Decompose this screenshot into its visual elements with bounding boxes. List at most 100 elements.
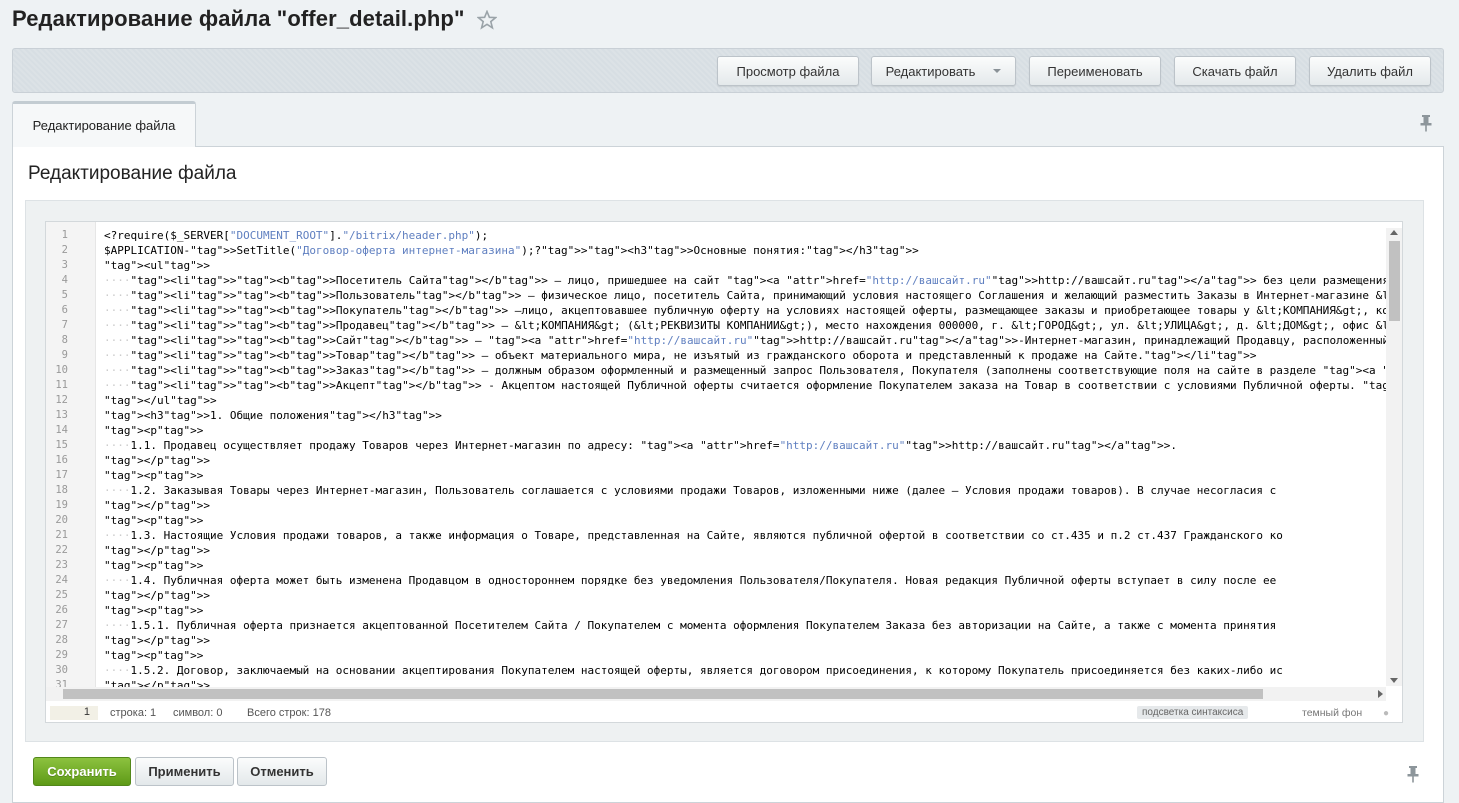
line-number: 13 (55, 409, 68, 421)
code-line[interactable]: 20 "tag"><p"tag">> (46, 513, 1386, 528)
line-content: ····"tag"><li"tag">>"tag"><b"tag">>Заказ… (104, 364, 1386, 377)
edit-dropdown-button[interactable]: Редактировать (871, 56, 1016, 86)
code-line[interactable]: 13 "tag"><h3"tag">>1. Общие положения"tag… (46, 408, 1386, 423)
code-line[interactable]: 25 "tag"></p"tag">> (46, 588, 1386, 603)
save-button[interactable]: Сохранить (33, 757, 131, 786)
code-area[interactable]: 1 <?require($_SERVER["DOCUMENT_ROOT"]."/b… (46, 228, 1386, 687)
code-line[interactable]: 29 "tag"><p"tag">> (46, 648, 1386, 663)
line-number: 10 (55, 364, 68, 376)
line-content: "tag"></p"tag">> (104, 499, 210, 512)
line-content: <?require($_SERVER["DOCUMENT_ROOT"]."/bi… (104, 229, 489, 242)
code-editor[interactable]: 1 <?require($_SERVER["DOCUMENT_ROOT"]."/b… (45, 221, 1403, 723)
code-line[interactable]: 7 ····"tag"><li"tag">>"tag"><b"tag">>Прод… (46, 318, 1386, 333)
line-content: ····1.2. Заказывая Товары через Интернет… (104, 484, 1277, 497)
line-content: "tag"><h3"tag">>1. Общие положения"tag">… (104, 409, 442, 422)
line-number: 31 (55, 679, 68, 687)
line-number: 4 (61, 274, 68, 286)
code-line[interactable]: 24 ····1.4. Публичная оферта может быть и… (46, 573, 1386, 588)
code-line[interactable]: 22 "tag"></p"tag">> (46, 543, 1386, 558)
code-line[interactable]: 27 ····1.5.1. Публичная оферта признается… (46, 618, 1386, 633)
line-content: ····1.5.2. Договор, заключаемый на основ… (104, 664, 1283, 677)
scroll-thumb-horizontal[interactable] (63, 689, 1263, 699)
vertical-scrollbar[interactable] (1386, 228, 1402, 686)
code-line[interactable]: 10 ····"tag"><li"tag">>"tag"><b"tag">>Зак… (46, 363, 1386, 378)
delete-file-button[interactable]: Удалить файл (1309, 56, 1431, 86)
line-content: ····"tag"><li"tag">>"tag"><b"tag">>Товар… (104, 349, 1257, 362)
code-line[interactable]: 26 "tag"><p"tag">> (46, 603, 1386, 618)
pin-icon[interactable] (1419, 114, 1433, 132)
line-content: "tag"></ul"tag">> (104, 394, 217, 407)
code-line[interactable]: 17 "tag"><p"tag">> (46, 468, 1386, 483)
horizontal-scrollbar[interactable] (46, 687, 1386, 701)
line-number: 8 (61, 334, 68, 346)
code-line[interactable]: 8 ····"tag"><li"tag">>"tag"><b"tag">>Сайт… (46, 333, 1386, 348)
line-number: 11 (55, 379, 68, 391)
code-line[interactable]: 2 $APPLICATION-"tag">>SetTitle("Договор-о… (46, 243, 1386, 258)
line-content: "tag"><p"tag">> (104, 604, 204, 617)
line-content: "tag"><p"tag">> (104, 649, 204, 662)
line-content: ····"tag"><li"tag">>"tag"><b"tag">>Польз… (104, 289, 1386, 302)
line-number: 30 (55, 664, 68, 676)
code-line[interactable]: 9 ····"tag"><li"tag">>"tag"><b"tag">>Това… (46, 348, 1386, 363)
line-content: ····1.4. Публичная оферта может быть изм… (104, 574, 1277, 587)
scroll-right-icon[interactable] (1378, 690, 1383, 698)
download-file-button[interactable]: Скачать файл (1174, 56, 1296, 86)
line-content: "tag"><ul"tag">> (104, 259, 210, 272)
line-number: 18 (55, 484, 68, 496)
code-line[interactable]: 30 ····1.5.2. Договор, заключаемый на осн… (46, 663, 1386, 678)
scroll-thumb[interactable] (1389, 241, 1400, 321)
page-title: Редактирование файла "offer_detail.php" (12, 6, 465, 31)
code-line[interactable]: 6 ····"tag"><li"tag">>"tag"><b"tag">>Поку… (46, 303, 1386, 318)
code-line[interactable]: 16 "tag"></p"tag">> (46, 453, 1386, 468)
tab-divider (196, 146, 1444, 147)
line-content: "tag"></p"tag">> (104, 679, 210, 687)
cancel-button[interactable]: Отменить (237, 757, 327, 786)
star-icon[interactable] (477, 10, 497, 30)
code-line[interactable]: 31 "tag"></p"tag">> (46, 678, 1386, 687)
scroll-up-icon[interactable] (1390, 230, 1398, 235)
code-line[interactable]: 4 ····"tag"><li"tag">>"tag"><b"tag">>Посе… (46, 273, 1386, 288)
code-line[interactable]: 23 "tag"><p"tag">> (46, 558, 1386, 573)
apply-button[interactable]: Применить (135, 757, 234, 786)
line-content: "tag"><p"tag">> (104, 469, 204, 482)
cursor-column: символ: 0 (173, 707, 223, 719)
line-number: 28 (55, 634, 68, 646)
rename-button[interactable]: Переименовать (1029, 56, 1161, 86)
line-content: $APPLICATION-"tag">>SetTitle("Договор-оф… (104, 244, 919, 257)
code-line[interactable]: 15 ····1.1. Продавец осуществляет продажу… (46, 438, 1386, 453)
tab-edit-file[interactable]: Редактирование файла (12, 101, 196, 147)
code-line[interactable]: 11 ····"tag"><li"tag">>"tag"><b"tag">>Акц… (46, 378, 1386, 393)
line-number: 20 (55, 514, 68, 526)
line-number: 15 (55, 439, 68, 451)
current-line-indicator: 1 (50, 706, 98, 720)
line-number: 16 (55, 454, 68, 466)
line-content: ····"tag"><li"tag">>"tag"><b"tag">>Прода… (104, 319, 1386, 332)
code-line[interactable]: 21 ····1.3. Настоящие Условия продажи тов… (46, 528, 1386, 543)
code-line[interactable]: 14 "tag"><p"tag">> (46, 423, 1386, 438)
line-number: 24 (55, 574, 68, 586)
toolbar: Просмотр файла Редактировать Переименова… (12, 48, 1444, 93)
syntax-highlight-toggle[interactable]: подсветка синтаксиса (1137, 706, 1249, 719)
line-content: "tag"></p"tag">> (104, 634, 210, 647)
cursor-row: строка: 1 (110, 707, 157, 719)
line-content: "tag"></p"tag">> (104, 544, 210, 557)
line-number: 17 (55, 469, 68, 481)
code-line[interactable]: 1 <?require($_SERVER["DOCUMENT_ROOT"]."/b… (46, 228, 1386, 243)
code-line[interactable]: 3 "tag"><ul"tag">> (46, 258, 1386, 273)
line-number: 21 (55, 529, 68, 541)
code-line[interactable]: 19 "tag"></p"tag">> (46, 498, 1386, 513)
scroll-down-icon[interactable] (1390, 678, 1398, 683)
line-content: ····1.5.1. Публичная оферта признается а… (104, 619, 1277, 632)
pin-icon[interactable] (1406, 765, 1420, 783)
code-line[interactable]: 12 "tag"></ul"tag">> (46, 393, 1386, 408)
dark-background-toggle[interactable]: темный фон (1302, 707, 1362, 719)
line-content: ····1.3. Настоящие Условия продажи товар… (104, 529, 1283, 542)
line-content: ····"tag"><li"tag">>"tag"><b"tag">>Посет… (104, 274, 1386, 287)
code-line[interactable]: 18 ····1.2. Заказывая Товары через Интерн… (46, 483, 1386, 498)
code-line[interactable]: 5 ····"tag"><li"tag">>"tag"><b"tag">>Поль… (46, 288, 1386, 303)
code-line[interactable]: 28 "tag"></p"tag">> (46, 633, 1386, 648)
line-content: ····1.1. Продавец осуществляет продажу Т… (104, 439, 1177, 452)
toggle-dot-icon[interactable]: ● (1383, 708, 1389, 719)
line-content: "tag"><p"tag">> (104, 424, 204, 437)
view-file-button[interactable]: Просмотр файла (717, 56, 859, 86)
